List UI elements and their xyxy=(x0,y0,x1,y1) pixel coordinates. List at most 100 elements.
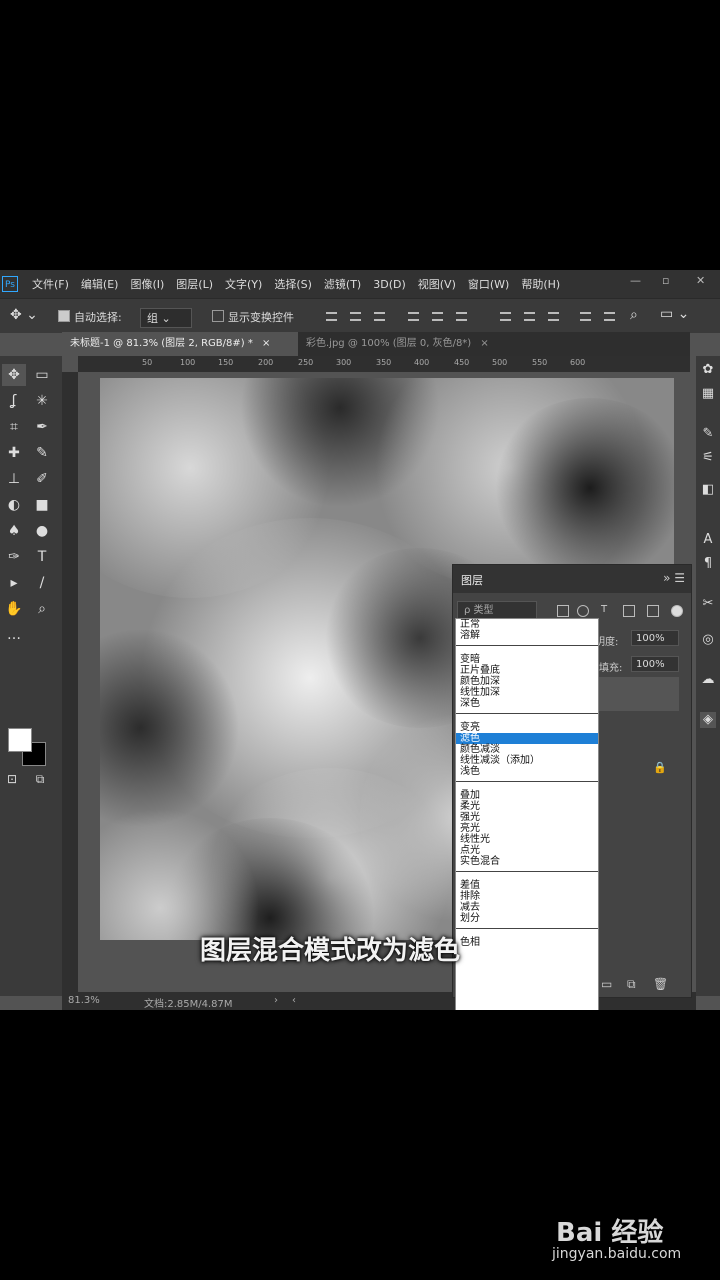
color-panel-icon[interactable]: ✿ xyxy=(700,362,716,378)
blend-option[interactable]: 强光 xyxy=(456,812,598,823)
channels-panel-icon[interactable]: ☁ xyxy=(700,672,716,688)
distribute-right-icon[interactable] xyxy=(604,312,615,321)
adjust-filter-icon[interactable] xyxy=(577,605,589,617)
align-left-icon[interactable] xyxy=(408,312,419,321)
history-panel-icon[interactable]: ◧ xyxy=(700,482,716,498)
blend-option[interactable]: 差值 xyxy=(456,880,598,891)
distribute-bottom-icon[interactable] xyxy=(548,312,559,321)
blend-option[interactable]: 线性光 xyxy=(456,834,598,845)
adjust-panel-icon[interactable]: ⚟ xyxy=(700,450,716,466)
blend-option[interactable]: 深色 xyxy=(456,698,598,709)
new-group-icon[interactable]: ▭ xyxy=(601,977,612,991)
blend-option[interactable]: 实色混合 xyxy=(456,856,598,867)
tools-preset-icon[interactable]: ✂ xyxy=(700,596,716,612)
foreground-color-swatch[interactable] xyxy=(8,728,32,752)
quick-mask-icon[interactable]: ⊡ xyxy=(0,768,24,790)
blend-option[interactable]: 叠加 xyxy=(456,790,598,801)
status-arrow-icon[interactable]: › xyxy=(274,995,278,1006)
align-top-icon[interactable] xyxy=(326,312,337,321)
distribute-left-icon[interactable] xyxy=(580,312,591,321)
workspace-icon[interactable]: ▭ ⌄ xyxy=(660,306,689,322)
tab-untitled[interactable]: 未标题-1 @ 81.3% (图层 2, RGB/8#) * × xyxy=(62,332,298,356)
kind-filter-dropdown[interactable]: ρ 类型 xyxy=(457,601,537,619)
scroll-left-icon[interactable]: ‹ xyxy=(292,995,296,1006)
blend-option[interactable]: 正常 xyxy=(456,619,598,630)
minimize-icon[interactable]: — xyxy=(630,274,641,287)
align-vcenter-icon[interactable] xyxy=(350,312,361,321)
restore-icon[interactable]: ▫ xyxy=(662,274,669,287)
menu-select[interactable]: 选择(S) xyxy=(274,276,312,292)
pixel-filter-icon[interactable] xyxy=(557,605,569,617)
screen-mode-icon[interactable]: ⧉ xyxy=(28,768,52,790)
align-bottom-icon[interactable] xyxy=(374,312,385,321)
hand-tool-icon[interactable]: ✋ xyxy=(2,598,26,620)
layers-panel-icon[interactable]: ◈ xyxy=(700,712,716,728)
type-filter-icon[interactable]: T xyxy=(601,605,611,615)
fill-field[interactable]: 100% xyxy=(631,656,679,672)
lasso-tool-icon[interactable]: ʆ xyxy=(2,390,26,412)
stamp-tool-icon[interactable]: ⊥ xyxy=(2,468,26,490)
menu-help[interactable]: 帮助(H) xyxy=(521,276,560,292)
blend-option[interactable]: 溶解 xyxy=(456,630,598,641)
distribute-vcenter-icon[interactable] xyxy=(524,312,535,321)
auto-select-dropdown[interactable]: 组 ⌄ xyxy=(140,308,192,328)
marquee-tool-icon[interactable]: ▭ xyxy=(30,364,54,386)
shape-filter-icon[interactable] xyxy=(623,605,635,617)
delete-layer-icon[interactable]: 🗑 xyxy=(653,977,668,991)
pen-tool-icon[interactable]: ✑ xyxy=(2,546,26,568)
blend-option[interactable]: 变亮 xyxy=(456,722,598,733)
path-select-icon[interactable]: ▸ xyxy=(2,572,26,594)
blend-option[interactable]: 减去 xyxy=(456,902,598,913)
zoom-tool-icon[interactable]: ⌕ xyxy=(30,598,54,620)
tab-close-icon[interactable]: × xyxy=(262,338,270,349)
align-right-icon[interactable] xyxy=(456,312,467,321)
3d-panel-icon[interactable]: ◎ xyxy=(700,632,716,648)
crop-tool-icon[interactable]: ⌗ xyxy=(2,416,26,438)
blend-option[interactable]: 正片叠底 xyxy=(456,665,598,676)
blend-option[interactable]: 点光 xyxy=(456,845,598,856)
swatches-panel-icon[interactable]: ▦ xyxy=(700,386,716,402)
blend-option[interactable]: 颜色减淡 xyxy=(456,744,598,755)
menu-filter[interactable]: 滤镜(T) xyxy=(324,276,361,292)
layers-panel-title[interactable]: 图层 xyxy=(461,572,483,588)
zoom-level[interactable]: 81.3% xyxy=(68,995,100,1006)
filter-toggle-icon[interactable] xyxy=(671,605,683,617)
character-panel-icon[interactable]: A xyxy=(700,532,716,548)
blend-option[interactable]: 色相 xyxy=(456,937,598,948)
blend-option[interactable]: 线性加深 xyxy=(456,687,598,698)
panel-menu-icon[interactable]: » ☰ xyxy=(663,571,685,585)
menu-file[interactable]: 文件(F) xyxy=(32,276,69,292)
blend-option[interactable]: 排除 xyxy=(456,891,598,902)
eraser-tool-icon[interactable]: ◐ xyxy=(2,494,26,516)
menu-3d[interactable]: 3D(D) xyxy=(373,278,406,291)
brush-tool-icon[interactable]: ✎ xyxy=(30,442,54,464)
paragraph-panel-icon[interactable]: ¶ xyxy=(700,556,716,572)
new-layer-icon[interactable]: ⧉ xyxy=(627,977,636,992)
blend-option[interactable]: 柔光 xyxy=(456,801,598,812)
auto-select-checkbox[interactable]: 自动选择: xyxy=(58,309,122,325)
gradient-tool-icon[interactable]: ■ xyxy=(30,494,54,516)
menu-image[interactable]: 图像(I) xyxy=(130,276,164,292)
brush-panel-icon[interactable]: ✎ xyxy=(700,426,716,442)
tab-close-icon[interactable]: × xyxy=(480,338,488,349)
close-icon[interactable]: ✕ xyxy=(696,274,705,287)
type-tool-icon[interactable]: T xyxy=(30,546,54,568)
tab-color-jpg[interactable]: 彩色.jpg @ 100% (图层 0, 灰色/8*) × xyxy=(298,332,544,356)
more-tools-icon[interactable]: … xyxy=(2,624,26,646)
blend-option[interactable]: 颜色加深 xyxy=(456,676,598,687)
opacity-field[interactable]: 100% xyxy=(631,630,679,646)
smart-filter-icon[interactable] xyxy=(647,605,659,617)
move-tool-icon[interactable]: ✥ ⌄ xyxy=(10,307,38,323)
menu-type[interactable]: 文字(Y) xyxy=(225,276,262,292)
blend-option[interactable]: 线性减淡（添加） xyxy=(456,755,598,766)
distribute-top-icon[interactable] xyxy=(500,312,511,321)
blend-option[interactable]: 亮光 xyxy=(456,823,598,834)
blend-option[interactable]: 浅色 xyxy=(456,766,598,777)
blur-tool-icon[interactable]: ♠ xyxy=(2,520,26,542)
history-brush-icon[interactable]: ✐ xyxy=(30,468,54,490)
menu-layer[interactable]: 图层(L) xyxy=(176,276,213,292)
show-transform-checkbox[interactable]: 显示变换控件 xyxy=(212,309,294,325)
menu-edit[interactable]: 编辑(E) xyxy=(81,276,119,292)
menu-window[interactable]: 窗口(W) xyxy=(468,276,509,292)
align-hcenter-icon[interactable] xyxy=(432,312,443,321)
